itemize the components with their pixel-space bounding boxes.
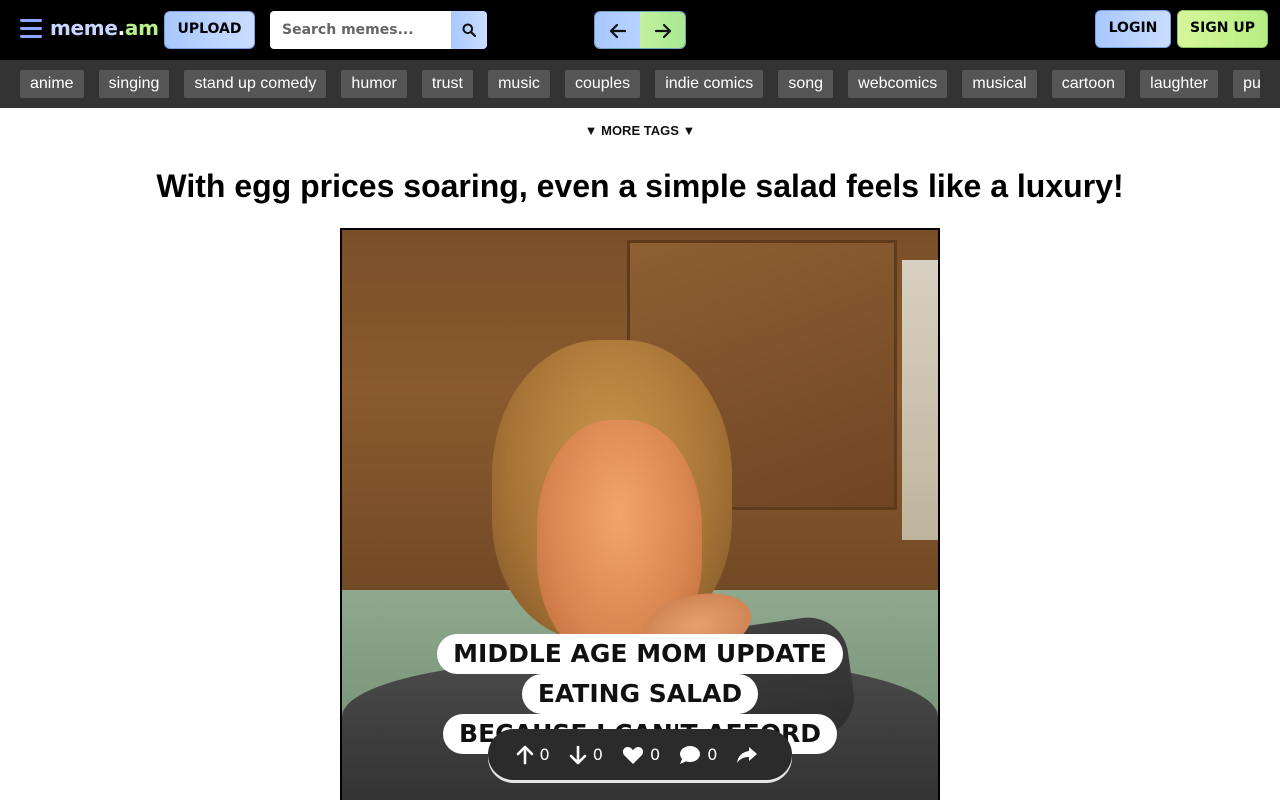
top-bar: meme.am UPLOAD LOGIN SIGN UP (0, 0, 1280, 60)
downvote-button[interactable]: 0 (569, 745, 603, 765)
tag-item[interactable]: punny (1233, 70, 1260, 98)
tag-item[interactable]: musical (962, 70, 1037, 98)
more-tags-toggle[interactable]: ▼ MORE TAGS ▼ (0, 123, 1280, 138)
logo-text-meme: meme (50, 16, 118, 40)
tag-bar: anime singing stand up comedy humor trus… (0, 60, 1280, 108)
tag-item[interactable]: webcomics (848, 70, 948, 98)
post-title: With egg prices soaring, even a simple s… (156, 168, 1124, 204)
tag-item[interactable]: couples (564, 70, 641, 98)
site-logo[interactable]: meme.am (50, 16, 159, 40)
search-bar (270, 11, 487, 49)
tag-item[interactable]: stand up comedy (184, 70, 327, 98)
tag-item[interactable]: humor (341, 70, 407, 98)
background-window (902, 260, 938, 540)
meme-video[interactable]: MIDDLE AGE MOM UPDATE EATING SALAD BECAU… (340, 228, 940, 800)
signup-button[interactable]: SIGN UP (1177, 10, 1268, 48)
caption-line: EATING SALAD (521, 674, 759, 714)
logo-text-am: am (124, 16, 159, 40)
tag-item[interactable]: music (488, 70, 550, 98)
hamburger-menu-icon[interactable] (20, 19, 42, 39)
downvote-count: 0 (592, 745, 603, 764)
tag-item[interactable]: singing (98, 70, 170, 98)
search-icon (462, 23, 476, 37)
arrow-down-icon (569, 745, 587, 764)
like-button[interactable]: 0 (622, 745, 660, 765)
comment-button[interactable]: 0 (679, 745, 717, 765)
comment-icon (680, 745, 701, 764)
tag-item[interactable]: song (778, 70, 834, 98)
tag-item[interactable]: laughter (1140, 70, 1218, 98)
search-button[interactable] (451, 11, 487, 49)
previous-meme-button[interactable] (595, 12, 640, 48)
logo-text-dot: . (117, 16, 126, 40)
tag-item[interactable]: trust (421, 70, 473, 98)
meme-navigation (594, 11, 686, 49)
tag-list: anime singing stand up comedy humor trus… (20, 70, 1260, 98)
tag-item[interactable]: cartoon (1051, 70, 1126, 98)
upvote-button[interactable]: 0 (516, 745, 550, 765)
share-button[interactable] (736, 745, 764, 765)
heart-icon (622, 746, 644, 764)
tag-item[interactable]: anime (20, 70, 84, 98)
tag-item[interactable]: indie comics (655, 70, 764, 98)
comment-count: 0 (707, 745, 718, 764)
arrow-left-icon (609, 23, 626, 39)
arrow-right-icon (654, 23, 671, 39)
next-meme-button[interactable] (640, 12, 685, 48)
action-bar: 0 0 0 0 (488, 729, 792, 780)
search-input[interactable] (270, 11, 451, 49)
like-count: 0 (649, 745, 661, 764)
share-icon (737, 746, 758, 763)
caption-line: MIDDLE AGE MOM UPDATE (437, 634, 843, 674)
upvote-count: 0 (539, 745, 550, 764)
arrow-up-icon (516, 745, 533, 764)
upload-button[interactable]: UPLOAD (164, 11, 255, 49)
login-button[interactable]: LOGIN (1095, 10, 1171, 48)
